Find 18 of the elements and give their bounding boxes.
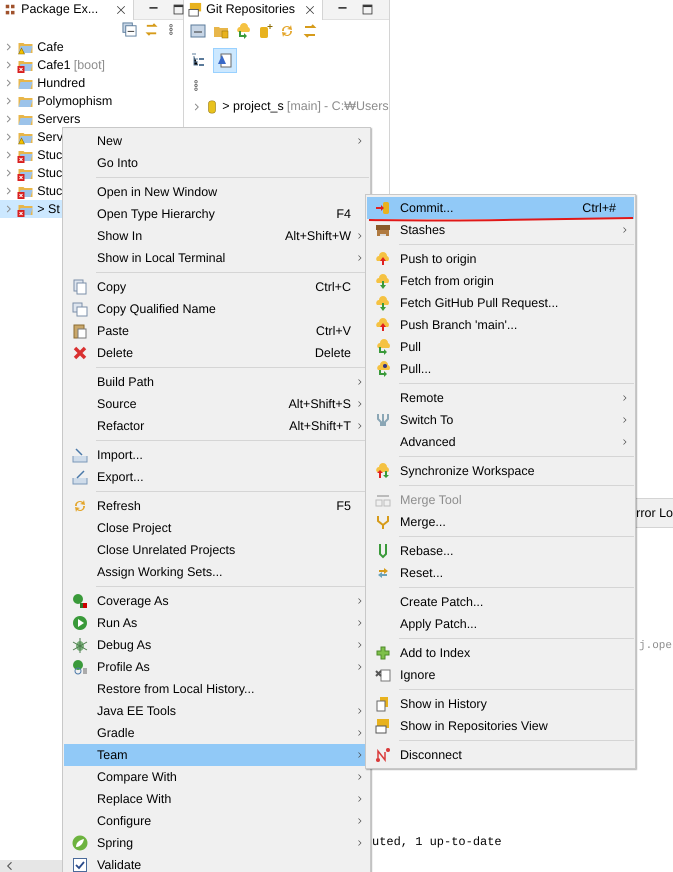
tree-item-label: Servers [37,110,80,128]
console-text: j.ope [639,639,672,654]
tree-item-label: Cafe [37,38,64,56]
view-tab-title: Package Ex... [21,1,98,18]
console-text: uted, 1 up-to-date [372,834,502,851]
tree-item-label: Hundred [37,74,86,92]
branch-label: [main] [286,98,321,116]
tree-item-label: Cafe1 [37,56,71,74]
tree-item-label: Stuc [37,182,62,200]
repository-name: > project_s [222,98,284,116]
repository-path: - C:₩Users [324,98,389,116]
tree-item-label: Stuc [37,164,62,182]
tree-item-label: Stuc [37,146,62,164]
view-tab-title: Git Repositories [206,1,296,18]
tree-item-label: > St [37,200,60,218]
tree-item-label: Polymophism [37,92,112,110]
tree-item-suffix: [boot] [74,56,106,74]
tree-item-label: Serv [37,128,63,146]
